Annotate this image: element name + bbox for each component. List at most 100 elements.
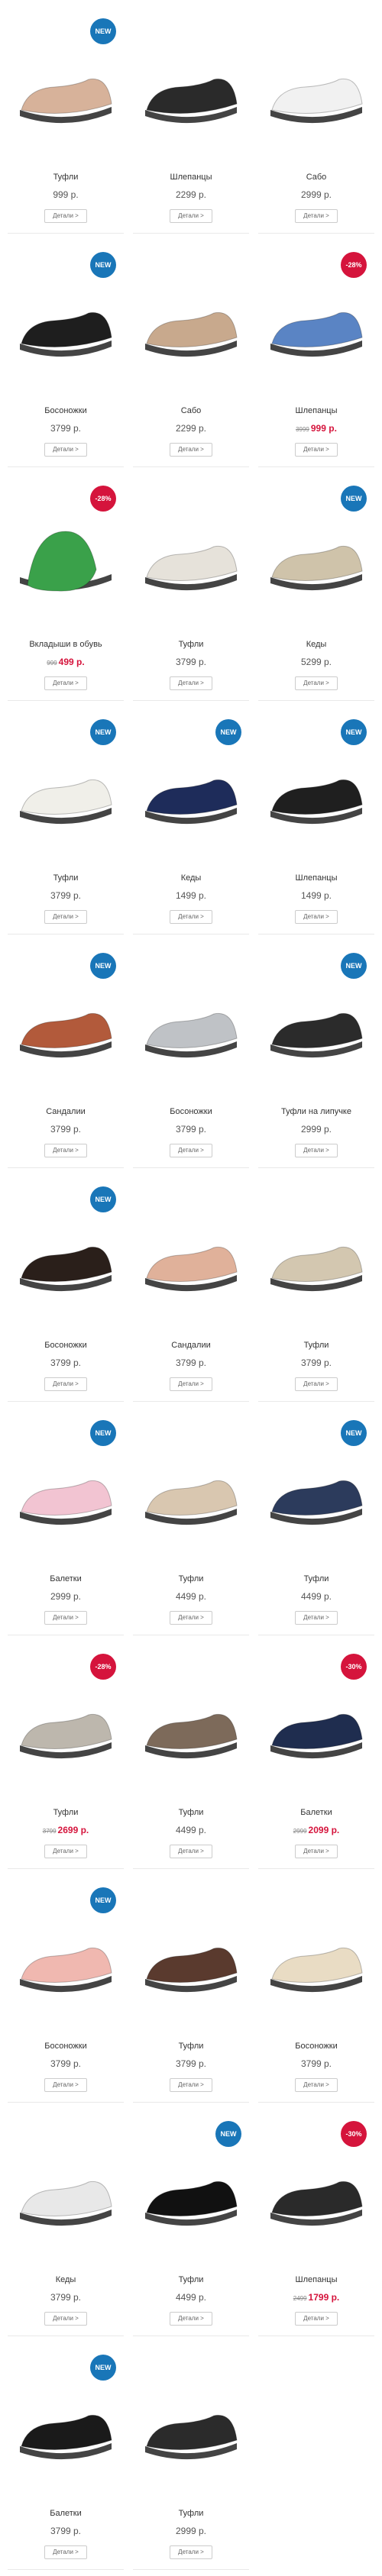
details-button[interactable]: Детали > (44, 1144, 87, 1157)
product-card[interactable]: -28% Вкладыши в обувь 999 499 р. Детали > (8, 467, 124, 701)
details-button[interactable]: Детали > (44, 209, 87, 223)
details-button[interactable]: Детали > (44, 2545, 87, 2559)
product-image[interactable]: NEW (8, 2355, 124, 2486)
product-name[interactable]: Шлепанцы (258, 873, 374, 887)
product-card[interactable]: Шлепанцы 2299 р. Детали > (133, 0, 249, 234)
product-image[interactable] (133, 2356, 249, 2486)
product-card[interactable]: NEW Кеды 1499 р. Детали > (133, 701, 249, 935)
product-image[interactable]: NEW (258, 1420, 374, 1551)
product-image[interactable] (258, 20, 374, 150)
product-card[interactable]: NEW Босоножки 3799 р. Детали > (8, 1869, 124, 2103)
product-name[interactable]: Кеды (8, 2275, 124, 2289)
product-card[interactable]: Сабо 2999 р. Детали > (258, 0, 374, 234)
product-card[interactable]: NEW Туфли 4499 р. Детали > (133, 2103, 249, 2336)
black-strap-flat-icon[interactable] (138, 2370, 244, 2477)
product-card[interactable]: -28% Шлепанцы 3999 999 р. Детали > (258, 234, 374, 467)
details-button[interactable]: Детали > (44, 1611, 87, 1625)
product-image[interactable]: NEW (8, 252, 124, 383)
details-button[interactable]: Детали > (295, 209, 338, 223)
details-button[interactable]: Детали > (295, 910, 338, 924)
beige-sandal-icon[interactable] (138, 1202, 244, 1309)
product-image[interactable]: NEW (258, 953, 374, 1084)
details-button[interactable]: Детали > (295, 2078, 338, 2092)
product-image[interactable] (133, 253, 249, 383)
product-name[interactable]: Туфли (133, 1574, 249, 1588)
product-name[interactable]: Босоножки (258, 2042, 374, 2055)
details-button[interactable]: Детали > (295, 1377, 338, 1391)
product-name[interactable]: Туфли (133, 640, 249, 654)
product-name[interactable]: Вкладыши в обувь (8, 640, 124, 654)
product-image[interactable]: -28% (8, 1654, 124, 1785)
black-heel-sandal-icon[interactable] (12, 1202, 119, 1309)
product-name[interactable]: Туфли на липучке (258, 1107, 374, 1121)
product-image[interactable]: NEW (8, 1420, 124, 1551)
product-name[interactable]: Туфли (258, 1341, 374, 1354)
white-flat-icon[interactable] (12, 734, 119, 841)
product-card[interactable]: NEW Туфли 3799 р. Детали > (8, 701, 124, 935)
product-card[interactable]: -30% Балетки 2999 2099 р. Детали > (258, 1635, 374, 1869)
product-image[interactable]: NEW (133, 2121, 249, 2252)
beige-sneaker-icon[interactable] (263, 501, 370, 608)
details-button[interactable]: Детали > (170, 2078, 212, 2092)
product-name[interactable]: Балетки (258, 1808, 374, 1822)
black-slipper-icon[interactable] (138, 34, 244, 140)
details-button[interactable]: Детали > (170, 2312, 212, 2326)
product-name[interactable]: Туфли (8, 173, 124, 186)
product-card[interactable]: NEW Сандалии 3799 р. Детали > (8, 935, 124, 1168)
product-card[interactable]: Сабо 2299 р. Детали > (133, 234, 249, 467)
details-button[interactable]: Детали > (295, 1144, 338, 1157)
details-button[interactable]: Детали > (44, 1845, 87, 1858)
product-card[interactable]: NEW Туфли на липучке 2999 р. Детали > (258, 935, 374, 1168)
grey-slip-on-icon[interactable] (12, 1669, 119, 1776)
product-name[interactable]: Сандалии (8, 1107, 124, 1121)
product-card[interactable]: NEW Балетки 2999 р. Детали > (8, 1402, 124, 1635)
product-name[interactable]: Кеды (133, 873, 249, 887)
navy-ballet-flat-icon[interactable] (263, 1669, 370, 1776)
blue-slipper-icon[interactable] (263, 267, 370, 374)
product-image[interactable]: -28% (258, 252, 374, 383)
details-button[interactable]: Детали > (295, 2312, 338, 2326)
product-card[interactable]: Кеды 3799 р. Детали > (8, 2103, 124, 2336)
product-name[interactable]: Туфли (133, 1808, 249, 1822)
product-image[interactable]: NEW (8, 18, 124, 150)
details-button[interactable]: Детали > (44, 443, 87, 457)
beige-wedge-sandal-icon[interactable] (263, 1903, 370, 2009)
black-loafer-icon[interactable] (138, 2136, 244, 2243)
product-card[interactable]: NEW Шлепанцы 1499 р. Детали > (258, 701, 374, 935)
product-card[interactable]: Босоножки 3799 р. Детали > (133, 935, 249, 1168)
product-card[interactable]: Туфли 4499 р. Детали > (133, 1402, 249, 1635)
details-button[interactable]: Детали > (170, 1845, 212, 1858)
black-velcro-sneaker-icon[interactable] (263, 968, 370, 1075)
details-button[interactable]: Детали > (170, 676, 212, 690)
details-button[interactable]: Детали > (170, 910, 212, 924)
product-image[interactable]: NEW (8, 719, 124, 851)
details-button[interactable]: Детали > (170, 1144, 212, 1157)
product-image[interactable]: NEW (8, 1186, 124, 1318)
details-button[interactable]: Детали > (295, 1845, 338, 1858)
product-image[interactable]: -30% (258, 2121, 374, 2252)
product-name[interactable]: Шлепанцы (258, 406, 374, 420)
product-image[interactable]: NEW (8, 1887, 124, 2019)
details-button[interactable]: Детали > (170, 1611, 212, 1625)
details-button[interactable]: Детали > (295, 676, 338, 690)
black-velcro-slipper-icon[interactable] (263, 2136, 370, 2243)
product-card[interactable]: Туфли 3799 р. Детали > (258, 1168, 374, 1402)
product-card[interactable]: Туфли 3799 р. Детали > (133, 467, 249, 701)
product-name[interactable]: Сандалии (133, 1341, 249, 1354)
product-image[interactable] (133, 954, 249, 1084)
product-image[interactable]: -30% (258, 1654, 374, 1785)
details-button[interactable]: Детали > (44, 2078, 87, 2092)
product-image[interactable] (258, 1188, 374, 1318)
multicolor-sandal-icon[interactable] (12, 968, 119, 1075)
product-card[interactable]: NEW Туфли 4499 р. Детали > (258, 1402, 374, 1635)
product-card[interactable]: NEW Туфли 999 р. Детали > (8, 0, 124, 234)
product-name[interactable]: Балетки (8, 1574, 124, 1588)
product-image[interactable]: NEW (258, 486, 374, 617)
product-image[interactable] (133, 1889, 249, 2019)
silver-sandal-icon[interactable] (138, 968, 244, 1075)
product-card[interactable]: -30% Шлепанцы 2499 1799 р. Детали > (258, 2103, 374, 2336)
product-name[interactable]: Босоножки (133, 1107, 249, 1121)
product-image[interactable] (258, 1889, 374, 2019)
details-button[interactable]: Детали > (170, 209, 212, 223)
details-button[interactable]: Детали > (44, 910, 87, 924)
